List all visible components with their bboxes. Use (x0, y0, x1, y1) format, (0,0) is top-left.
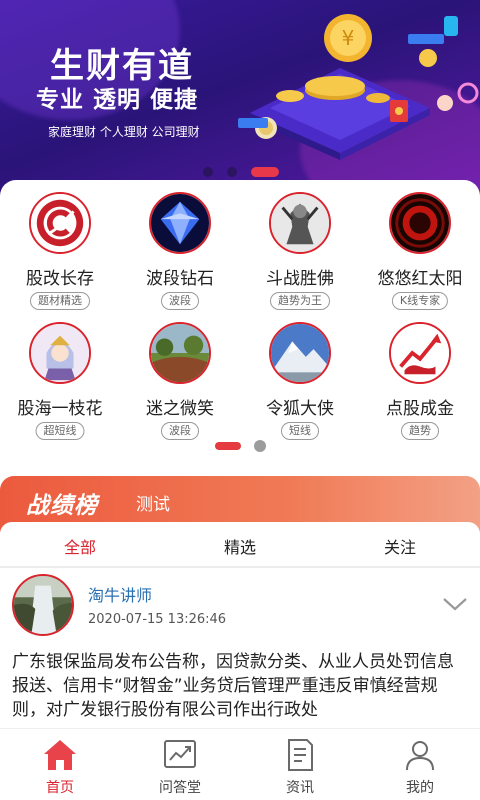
post-author[interactable]: 淘牛讲师 (88, 582, 152, 606)
expert-item[interactable]: 令狐大侠 短线 (240, 180, 360, 460)
nav-qa-label: 问答堂 (159, 780, 201, 796)
svg-text:¥: ¥ (342, 26, 355, 50)
nav-me-label: 我的 (406, 780, 434, 796)
nav-me[interactable]: 我的 (360, 729, 480, 800)
expert-name[interactable]: 股海一枝花 (0, 394, 120, 419)
expert-name[interactable]: 点股成金 (360, 394, 480, 419)
carousel-dot[interactable] (227, 167, 237, 177)
promo-banner[interactable]: 生财有道 专业 透明 便捷 家庭理财 个人理财 公司理财 ¥ (0, 0, 480, 200)
nav-news-label: 资讯 (286, 780, 314, 796)
mountain-icon[interactable] (269, 322, 331, 384)
carousel-dot[interactable] (203, 167, 213, 177)
expert-item[interactable]: 迷之微笑 波段 (120, 180, 240, 460)
bottom-nav: 首页 问答堂 资讯 我的 (0, 728, 480, 800)
nav-home[interactable]: 首页 (0, 729, 120, 800)
waterfall-avatar-icon (14, 576, 72, 634)
expert-tag: 趋势 (401, 422, 439, 440)
nav-home-label: 首页 (46, 780, 74, 796)
ranking-title: 战绩榜 (26, 493, 98, 519)
grid-pager (0, 440, 480, 452)
landscape-icon[interactable] (149, 322, 211, 384)
banner-tags: 家庭理财 个人理财 公司理财 (48, 125, 200, 139)
post-body[interactable]: 广东银保监局发布公告称，因贷款分类、从业人员处罚信息报送、信用卡“财智金”业务贷… (12, 650, 468, 722)
home-icon (44, 740, 76, 770)
chevron-down-icon[interactable] (440, 592, 470, 616)
news-icon (288, 739, 313, 771)
nav-qa[interactable]: 问答堂 (120, 729, 240, 800)
ranking-tabs: 全部 精选 关注 (0, 522, 480, 568)
tabs-divider (0, 566, 480, 568)
pager-dot[interactable] (254, 440, 266, 452)
expert-item[interactable]: 点股成金 趋势 (360, 180, 480, 460)
expert-name[interactable]: 令狐大侠 (240, 394, 360, 419)
tab-following[interactable]: 关注 (340, 534, 460, 558)
carousel-dot-active[interactable] (251, 167, 279, 177)
expert-item[interactable]: 股海一枝花 超短线 (0, 180, 120, 460)
avatar[interactable] (12, 574, 74, 636)
expert-name[interactable]: 迷之微笑 (120, 394, 240, 419)
expert-tag: 超短线 (35, 422, 85, 440)
user-icon (406, 741, 434, 771)
ranking-subtitle: 测试 (136, 495, 170, 515)
app-root: 生财有道 专业 透明 便捷 家庭理财 个人理财 公司理财 ¥ 股改长存 题材精选… (0, 0, 480, 800)
finance-illustration-icon: ¥ (238, 14, 479, 160)
pager-dot-active[interactable] (215, 442, 241, 450)
nav-news[interactable]: 资讯 (240, 729, 360, 800)
tab-featured[interactable]: 精选 (180, 534, 300, 558)
tab-all[interactable]: 全部 (20, 534, 140, 558)
chart-icon (164, 740, 196, 768)
banner-subtitle: 专业 透明 便捷 (36, 87, 199, 113)
expert-tag: 短线 (281, 422, 319, 440)
banner-carousel-dots (0, 165, 480, 179)
expert-tag: 波段 (161, 422, 199, 440)
expert-grid: 股改长存 题材精选 波段钻石 波段 斗战胜佛 趋势为王 悠悠红太阳 K线专家 股海一枝花 超短线迷… (0, 180, 480, 470)
bull-chart-icon[interactable] (389, 322, 451, 384)
anime-character-icon[interactable] (29, 322, 91, 384)
post-timestamp: 2020-07-15 13:26:46 (88, 612, 227, 627)
